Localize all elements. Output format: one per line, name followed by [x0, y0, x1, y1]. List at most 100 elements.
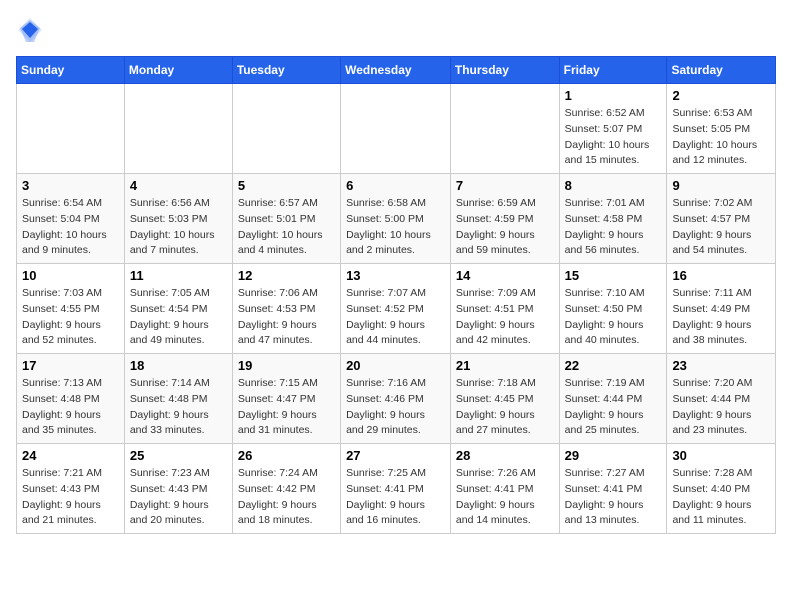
day-info: Sunrise: 7:23 AM Sunset: 4:43 PM Dayligh…	[130, 466, 227, 529]
weekday-header-sunday: Sunday	[17, 57, 125, 84]
day-number: 9	[672, 178, 770, 193]
day-info: Sunrise: 6:53 AM Sunset: 5:05 PM Dayligh…	[672, 106, 770, 169]
day-number: 5	[238, 178, 335, 193]
day-number: 28	[456, 448, 554, 463]
calendar-cell: 9 Sunrise: 7:02 AM Sunset: 4:57 PM Daylig…	[667, 174, 776, 264]
page-header	[16, 16, 776, 44]
calendar-cell: 4 Sunrise: 6:56 AM Sunset: 5:03 PM Daylig…	[124, 174, 232, 264]
calendar-table: SundayMondayTuesdayWednesdayThursdayFrid…	[16, 56, 776, 534]
day-info: Sunrise: 7:20 AM Sunset: 4:44 PM Dayligh…	[672, 376, 770, 439]
day-number: 15	[565, 268, 662, 283]
day-info: Sunrise: 7:21 AM Sunset: 4:43 PM Dayligh…	[22, 466, 119, 529]
day-info: Sunrise: 7:26 AM Sunset: 4:41 PM Dayligh…	[456, 466, 554, 529]
day-number: 29	[565, 448, 662, 463]
day-info: Sunrise: 7:05 AM Sunset: 4:54 PM Dayligh…	[130, 286, 227, 349]
calendar-cell: 12 Sunrise: 7:06 AM Sunset: 4:53 PM Dayli…	[232, 264, 340, 354]
calendar-cell: 25 Sunrise: 7:23 AM Sunset: 4:43 PM Dayli…	[124, 444, 232, 534]
day-number: 13	[346, 268, 445, 283]
calendar-cell: 19 Sunrise: 7:15 AM Sunset: 4:47 PM Dayli…	[232, 354, 340, 444]
day-info: Sunrise: 7:28 AM Sunset: 4:40 PM Dayligh…	[672, 466, 770, 529]
calendar-cell	[124, 84, 232, 174]
day-info: Sunrise: 7:13 AM Sunset: 4:48 PM Dayligh…	[22, 376, 119, 439]
day-number: 2	[672, 88, 770, 103]
day-info: Sunrise: 7:07 AM Sunset: 4:52 PM Dayligh…	[346, 286, 445, 349]
day-info: Sunrise: 7:15 AM Sunset: 4:47 PM Dayligh…	[238, 376, 335, 439]
calendar-cell: 17 Sunrise: 7:13 AM Sunset: 4:48 PM Dayli…	[17, 354, 125, 444]
day-number: 30	[672, 448, 770, 463]
day-info: Sunrise: 6:56 AM Sunset: 5:03 PM Dayligh…	[130, 196, 227, 259]
day-info: Sunrise: 6:59 AM Sunset: 4:59 PM Dayligh…	[456, 196, 554, 259]
calendar-cell: 23 Sunrise: 7:20 AM Sunset: 4:44 PM Dayli…	[667, 354, 776, 444]
day-info: Sunrise: 7:19 AM Sunset: 4:44 PM Dayligh…	[565, 376, 662, 439]
calendar-cell: 13 Sunrise: 7:07 AM Sunset: 4:52 PM Dayli…	[341, 264, 451, 354]
day-number: 26	[238, 448, 335, 463]
day-info: Sunrise: 7:18 AM Sunset: 4:45 PM Dayligh…	[456, 376, 554, 439]
day-number: 6	[346, 178, 445, 193]
calendar-week-4: 17 Sunrise: 7:13 AM Sunset: 4:48 PM Dayli…	[17, 354, 776, 444]
calendar-cell: 1 Sunrise: 6:52 AM Sunset: 5:07 PM Daylig…	[559, 84, 667, 174]
day-info: Sunrise: 6:52 AM Sunset: 5:07 PM Dayligh…	[565, 106, 662, 169]
day-info: Sunrise: 7:02 AM Sunset: 4:57 PM Dayligh…	[672, 196, 770, 259]
calendar-cell: 21 Sunrise: 7:18 AM Sunset: 4:45 PM Dayli…	[450, 354, 559, 444]
calendar-week-1: 1 Sunrise: 6:52 AM Sunset: 5:07 PM Daylig…	[17, 84, 776, 174]
calendar-cell	[341, 84, 451, 174]
calendar-cell: 3 Sunrise: 6:54 AM Sunset: 5:04 PM Daylig…	[17, 174, 125, 264]
logo	[16, 16, 48, 44]
weekday-header-row: SundayMondayTuesdayWednesdayThursdayFrid…	[17, 57, 776, 84]
day-number: 20	[346, 358, 445, 373]
day-info: Sunrise: 6:54 AM Sunset: 5:04 PM Dayligh…	[22, 196, 119, 259]
day-info: Sunrise: 7:09 AM Sunset: 4:51 PM Dayligh…	[456, 286, 554, 349]
calendar-cell: 16 Sunrise: 7:11 AM Sunset: 4:49 PM Dayli…	[667, 264, 776, 354]
day-number: 16	[672, 268, 770, 283]
day-number: 17	[22, 358, 119, 373]
day-number: 24	[22, 448, 119, 463]
day-number: 4	[130, 178, 227, 193]
day-info: Sunrise: 7:16 AM Sunset: 4:46 PM Dayligh…	[346, 376, 445, 439]
day-info: Sunrise: 7:25 AM Sunset: 4:41 PM Dayligh…	[346, 466, 445, 529]
calendar-cell	[232, 84, 340, 174]
day-info: Sunrise: 7:03 AM Sunset: 4:55 PM Dayligh…	[22, 286, 119, 349]
day-number: 22	[565, 358, 662, 373]
calendar-cell: 2 Sunrise: 6:53 AM Sunset: 5:05 PM Daylig…	[667, 84, 776, 174]
day-number: 27	[346, 448, 445, 463]
calendar-cell: 6Sunrise: 6:58 AM Sunset: 5:00 PM Daylig…	[341, 174, 451, 264]
day-info: Sunrise: 7:24 AM Sunset: 4:42 PM Dayligh…	[238, 466, 335, 529]
calendar-body: 1 Sunrise: 6:52 AM Sunset: 5:07 PM Daylig…	[17, 84, 776, 534]
calendar-cell: 10 Sunrise: 7:03 AM Sunset: 4:55 PM Dayli…	[17, 264, 125, 354]
day-number: 10	[22, 268, 119, 283]
day-number: 8	[565, 178, 662, 193]
day-number: 14	[456, 268, 554, 283]
day-info: Sunrise: 7:14 AM Sunset: 4:48 PM Dayligh…	[130, 376, 227, 439]
day-info: Sunrise: 7:01 AM Sunset: 4:58 PM Dayligh…	[565, 196, 662, 259]
day-number: 18	[130, 358, 227, 373]
day-info: Sunrise: 7:11 AM Sunset: 4:49 PM Dayligh…	[672, 286, 770, 349]
calendar-cell: 28 Sunrise: 7:26 AM Sunset: 4:41 PM Dayli…	[450, 444, 559, 534]
day-number: 21	[456, 358, 554, 373]
day-number: 7	[456, 178, 554, 193]
day-number: 3	[22, 178, 119, 193]
day-number: 19	[238, 358, 335, 373]
calendar-cell: 24 Sunrise: 7:21 AM Sunset: 4:43 PM Dayli…	[17, 444, 125, 534]
weekday-header-saturday: Saturday	[667, 57, 776, 84]
calendar-week-3: 10 Sunrise: 7:03 AM Sunset: 4:55 PM Dayli…	[17, 264, 776, 354]
day-info: Sunrise: 6:57 AM Sunset: 5:01 PM Dayligh…	[238, 196, 335, 259]
calendar-cell: 14 Sunrise: 7:09 AM Sunset: 4:51 PM Dayli…	[450, 264, 559, 354]
day-number: 11	[130, 268, 227, 283]
calendar-cell: 26 Sunrise: 7:24 AM Sunset: 4:42 PM Dayli…	[232, 444, 340, 534]
calendar-cell	[17, 84, 125, 174]
calendar-cell: 27 Sunrise: 7:25 AM Sunset: 4:41 PM Dayli…	[341, 444, 451, 534]
day-number: 1	[565, 88, 662, 103]
day-number: 12	[238, 268, 335, 283]
calendar-cell: 15 Sunrise: 7:10 AM Sunset: 4:50 PM Dayli…	[559, 264, 667, 354]
weekday-header-wednesday: Wednesday	[341, 57, 451, 84]
day-number: 25	[130, 448, 227, 463]
day-info: Sunrise: 7:06 AM Sunset: 4:53 PM Dayligh…	[238, 286, 335, 349]
weekday-header-thursday: Thursday	[450, 57, 559, 84]
day-info: Sunrise: 7:10 AM Sunset: 4:50 PM Dayligh…	[565, 286, 662, 349]
calendar-cell: 11 Sunrise: 7:05 AM Sunset: 4:54 PM Dayli…	[124, 264, 232, 354]
calendar-cell: 5 Sunrise: 6:57 AM Sunset: 5:01 PM Daylig…	[232, 174, 340, 264]
calendar-week-2: 3 Sunrise: 6:54 AM Sunset: 5:04 PM Daylig…	[17, 174, 776, 264]
calendar-cell: 29Sunrise: 7:27 AM Sunset: 4:41 PM Dayli…	[559, 444, 667, 534]
day-number: 23	[672, 358, 770, 373]
weekday-header-friday: Friday	[559, 57, 667, 84]
